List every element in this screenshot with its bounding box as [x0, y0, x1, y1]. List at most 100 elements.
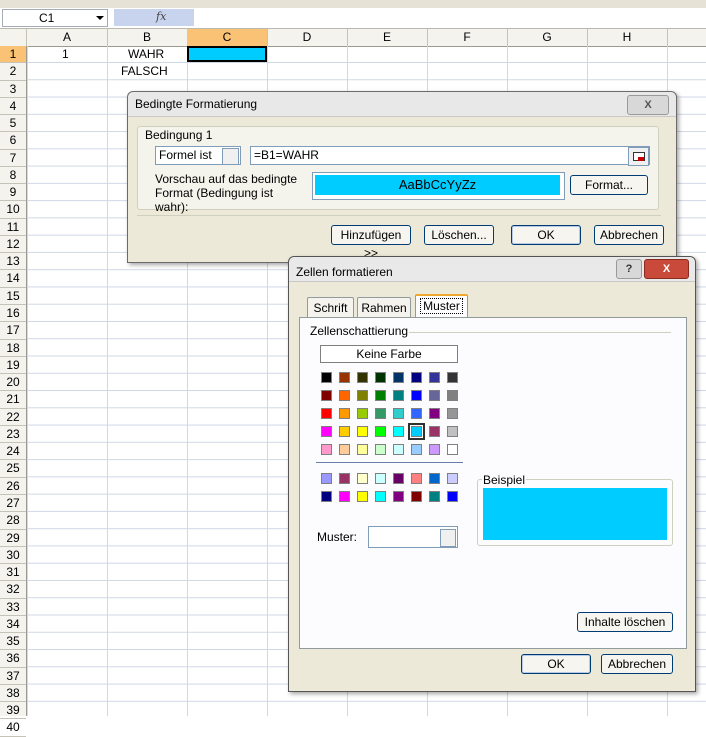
color-swatch[interactable] [321, 372, 332, 383]
color-swatch[interactable] [429, 426, 440, 437]
row-header-3[interactable]: 3 [0, 81, 26, 98]
row-header-20[interactable]: 20 [0, 374, 26, 392]
color-swatch[interactable] [447, 491, 458, 502]
add-condition-button[interactable]: Hinzufügen >> [331, 225, 411, 260]
help-icon[interactable]: ? [616, 259, 642, 279]
color-swatch[interactable] [411, 372, 422, 383]
color-swatch[interactable] [339, 390, 350, 401]
color-swatch[interactable] [375, 390, 386, 401]
color-swatch[interactable] [393, 426, 404, 437]
color-swatch[interactable] [321, 408, 332, 419]
clear-button[interactable]: Inhalte löschen [577, 612, 673, 632]
color-swatch[interactable] [429, 408, 440, 419]
row-header-29[interactable]: 29 [0, 530, 26, 547]
row-header-36[interactable]: 36 [0, 650, 26, 668]
color-swatch[interactable] [375, 491, 386, 502]
range-select-icon[interactable] [628, 147, 649, 166]
select-all-corner[interactable] [0, 29, 27, 46]
row-header-13[interactable]: 13 [0, 253, 26, 271]
chevron-down-icon[interactable] [93, 10, 107, 26]
color-swatch[interactable] [411, 473, 422, 484]
color-swatch[interactable] [321, 426, 332, 437]
column-header-h[interactable]: H [587, 29, 668, 46]
row-header-2[interactable]: 2 [0, 63, 26, 81]
chevron-down-icon[interactable] [440, 529, 456, 547]
color-swatch[interactable] [408, 423, 425, 440]
color-swatch[interactable] [375, 408, 386, 419]
color-swatch[interactable] [411, 390, 422, 401]
row-header-22[interactable]: 22 [0, 409, 26, 426]
color-swatch[interactable] [447, 473, 458, 484]
color-swatch[interactable] [393, 372, 404, 383]
column-header-d[interactable]: D [267, 29, 348, 46]
color-swatch[interactable] [411, 408, 422, 419]
pattern-select[interactable] [368, 526, 458, 548]
color-swatch[interactable] [357, 372, 368, 383]
row-header-26[interactable]: 26 [0, 478, 26, 495]
row-header-4[interactable]: 4 [0, 98, 26, 116]
cell-b1[interactable]: WAHR [128, 47, 164, 61]
color-swatch[interactable] [429, 390, 440, 401]
color-swatch[interactable] [375, 426, 386, 437]
row-header-17[interactable]: 17 [0, 322, 26, 340]
name-box[interactable]: C1 [2, 9, 108, 27]
row-header-5[interactable]: 5 [0, 115, 26, 133]
row-header-34[interactable]: 34 [0, 616, 26, 634]
row-header-24[interactable]: 24 [0, 443, 26, 461]
tab-schrift[interactable]: Schrift [307, 297, 354, 317]
row-header-1[interactable]: 1 [0, 46, 26, 64]
condition-type-select[interactable]: Formel ist [155, 146, 241, 165]
row-header-39[interactable]: 39 [0, 702, 26, 720]
color-swatch[interactable] [411, 491, 422, 502]
color-swatch[interactable] [339, 444, 350, 455]
row-header-25[interactable]: 25 [0, 460, 26, 478]
row-header-32[interactable]: 32 [0, 581, 26, 599]
row-header-19[interactable]: 19 [0, 357, 26, 375]
row-header-30[interactable]: 30 [0, 547, 26, 565]
formula-input[interactable]: =B1=WAHR [250, 146, 650, 165]
color-swatch[interactable] [339, 426, 350, 437]
row-header-15[interactable]: 15 [0, 288, 26, 306]
cell-b2[interactable]: FALSCH [121, 64, 168, 78]
color-swatch[interactable] [375, 444, 386, 455]
ok-button[interactable]: OK [521, 654, 591, 674]
row-header-14[interactable]: 14 [0, 270, 26, 288]
row-header-11[interactable]: 11 [0, 219, 26, 236]
color-swatch[interactable] [357, 444, 368, 455]
color-swatch[interactable] [393, 444, 404, 455]
color-swatch[interactable] [357, 491, 368, 502]
color-swatch[interactable] [447, 444, 458, 455]
color-swatch[interactable] [339, 473, 350, 484]
row-header-6[interactable]: 6 [0, 132, 26, 150]
row-header-23[interactable]: 23 [0, 426, 26, 444]
color-swatch[interactable] [339, 372, 350, 383]
row-header-38[interactable]: 38 [0, 685, 26, 703]
row-header-31[interactable]: 31 [0, 564, 26, 582]
column-header-a[interactable]: A [27, 29, 108, 46]
fx-icon[interactable]: fx [156, 10, 166, 23]
color-swatch[interactable] [357, 408, 368, 419]
column-header-g[interactable]: G [507, 29, 588, 46]
close-icon[interactable]: X [627, 95, 669, 115]
color-swatch[interactable] [375, 473, 386, 484]
color-swatch[interactable] [321, 473, 332, 484]
cell-a1[interactable]: 1 [62, 47, 69, 61]
row-header-8[interactable]: 8 [0, 167, 26, 185]
row-header-12[interactable]: 12 [0, 236, 26, 254]
color-swatch[interactable] [393, 408, 404, 419]
tab-rahmen[interactable]: Rahmen [357, 297, 411, 317]
chevron-down-icon[interactable] [222, 148, 239, 165]
row-header-21[interactable]: 21 [0, 391, 26, 409]
row-header-7[interactable]: 7 [0, 150, 26, 167]
row-header-10[interactable]: 10 [0, 201, 26, 219]
row-header-27[interactable]: 27 [0, 495, 26, 513]
color-swatch[interactable] [447, 372, 458, 383]
color-swatch[interactable] [429, 444, 440, 455]
color-swatch[interactable] [393, 491, 404, 502]
cancel-button[interactable]: Abbrechen [601, 654, 673, 674]
color-swatch[interactable] [357, 473, 368, 484]
column-header-c[interactable]: C [187, 29, 268, 46]
column-header-f[interactable]: F [427, 29, 508, 46]
color-swatch[interactable] [429, 372, 440, 383]
ok-button[interactable]: OK [511, 225, 581, 245]
